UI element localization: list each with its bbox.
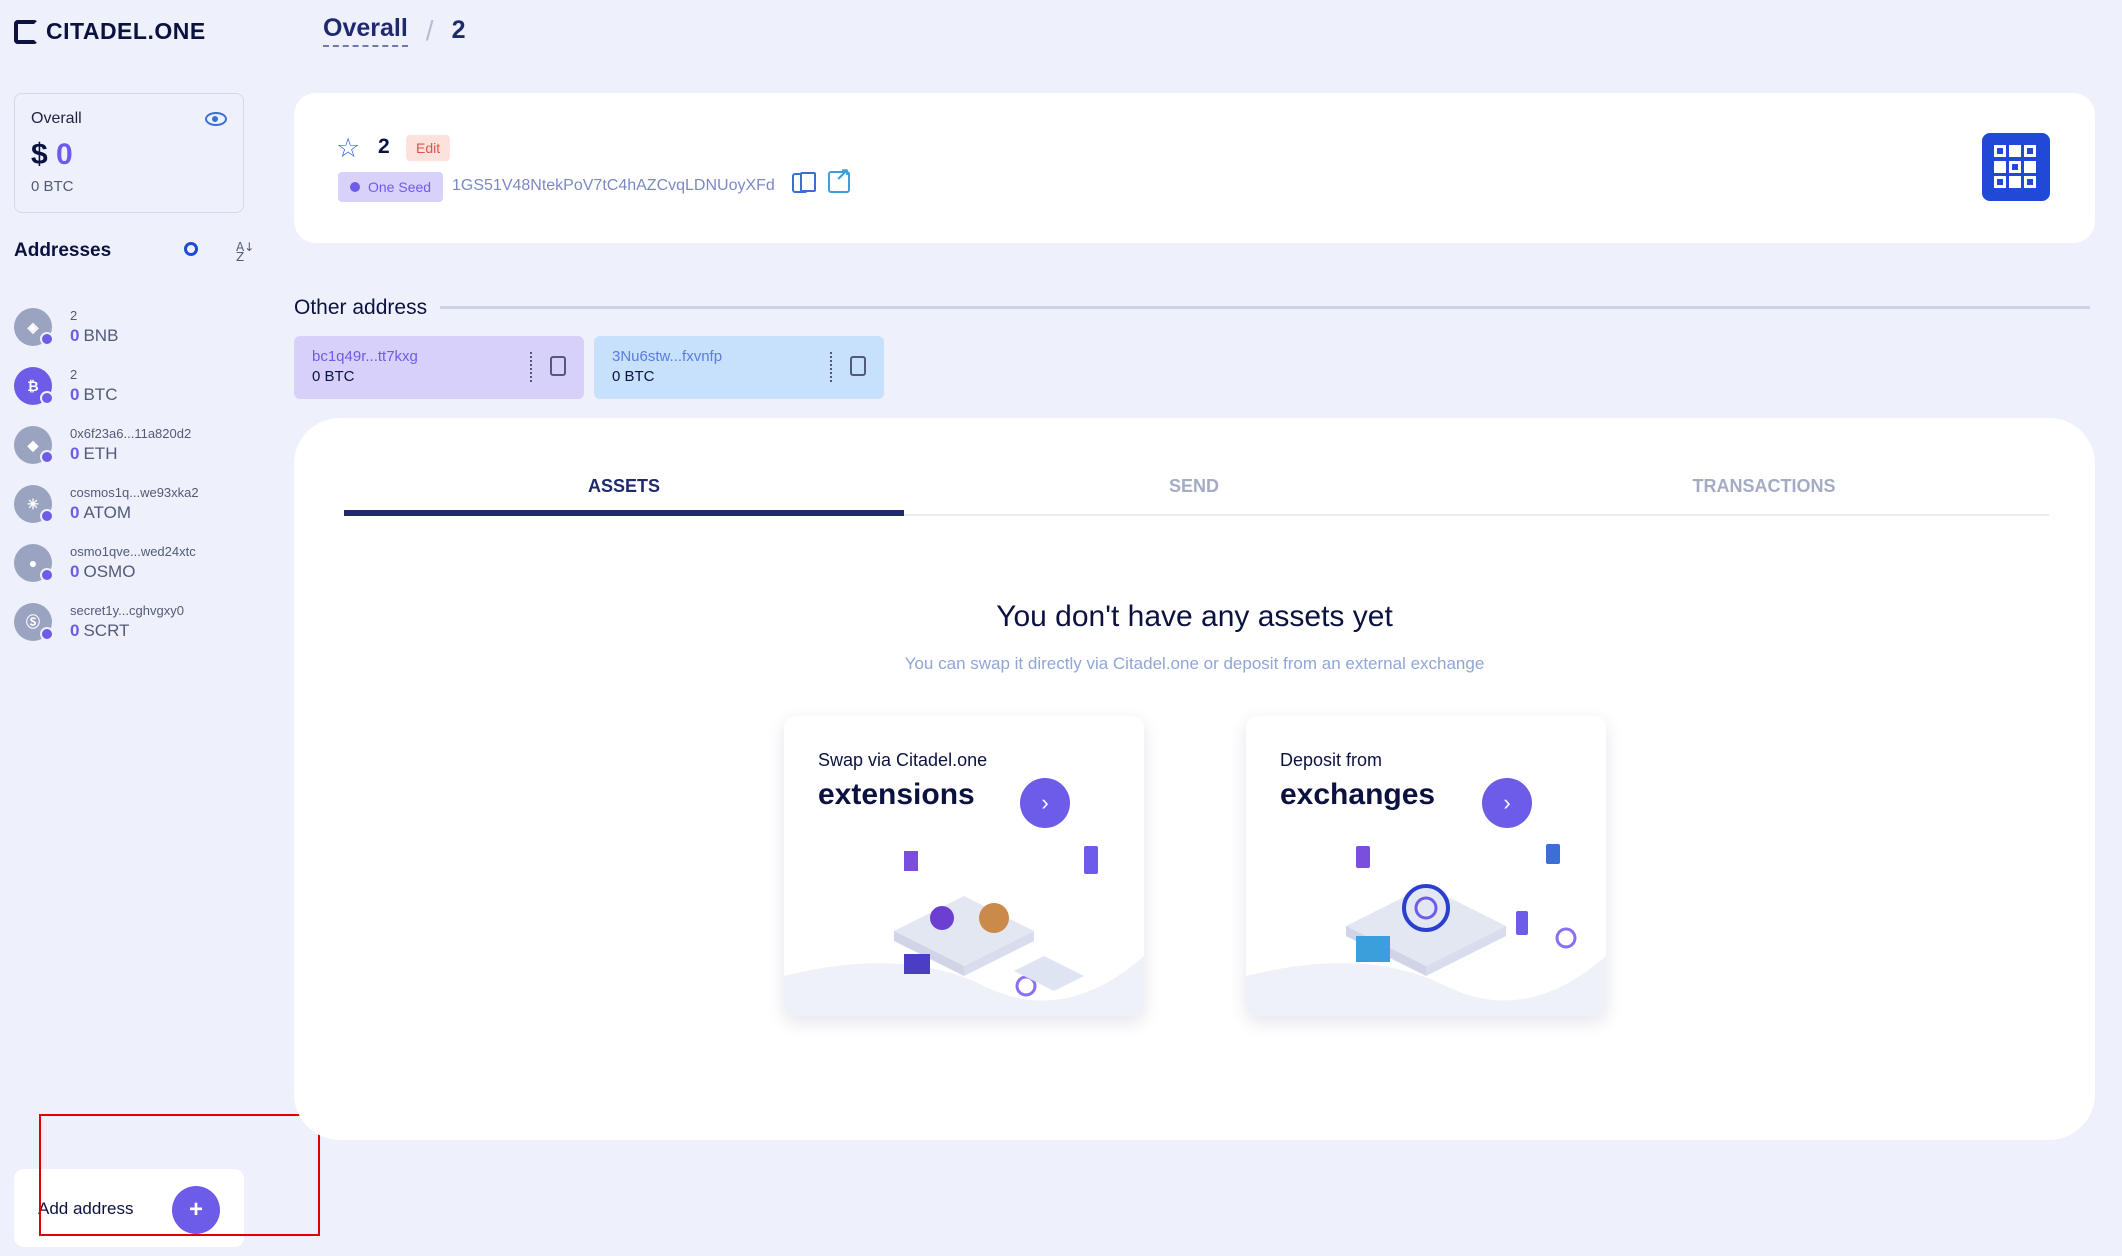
breadcrumb: Overall / 2 xyxy=(323,14,465,47)
arrow-right-icon[interactable]: › xyxy=(1482,778,1532,828)
overall-usd-value: $ 0 xyxy=(31,138,73,172)
tab-send[interactable]: SEND xyxy=(914,476,1474,497)
address-name: cosmos1q...we93xka2 xyxy=(70,485,199,500)
empty-state-subtitle: You can swap it directly via Citadel.one… xyxy=(904,654,1485,673)
tab-bar: ASSETS SEND TRANSACTIONS xyxy=(344,454,2049,516)
tab-assets[interactable]: ASSETS xyxy=(344,476,904,497)
other-address-title: Other address xyxy=(294,296,428,319)
copy-icon[interactable] xyxy=(792,173,808,193)
address-name: osmo1qve...wed24xtc xyxy=(70,544,196,559)
breadcrumb-current: 2 xyxy=(451,16,466,44)
eye-icon[interactable] xyxy=(205,112,227,126)
arrow-right-icon[interactable]: › xyxy=(1020,778,1070,828)
sort-icon[interactable]: A↓ Z xyxy=(236,241,254,263)
addresses-header: Addresses A↓ Z xyxy=(14,240,254,270)
other-address-chip[interactable]: 3Nu6stw...fxvnfp 0 BTC xyxy=(594,336,884,399)
external-link-icon[interactable] xyxy=(828,165,850,193)
address-list: ◈ 2 0 BNB ₿ 2 0 BTC ◆ 0x6f23a6...11a820d2 … xyxy=(14,306,254,660)
citadel-logo-icon xyxy=(14,19,38,44)
address-balance: 0 BTC xyxy=(70,385,118,404)
address-name: 0x6f23a6...11a820d2 xyxy=(70,426,192,441)
bnb-icon: ◈ xyxy=(14,308,54,346)
address-balance: 0 ETH xyxy=(70,444,118,463)
empty-state-title: You don't have any assets yet xyxy=(996,600,1393,633)
deposit-exchanges-card[interactable]: Deposit from exchanges › xyxy=(1246,716,1606,1016)
edit-button[interactable]: Edit xyxy=(406,135,451,161)
copy-icon[interactable] xyxy=(550,356,566,376)
scrt-icon: Ⓢ xyxy=(14,603,54,641)
divider xyxy=(440,306,2090,309)
overall-balance-card: Overall $ 0 0 BTC xyxy=(14,93,244,213)
address-balance: 0 OSMO xyxy=(70,562,136,581)
addresses-title: Addresses xyxy=(14,240,112,261)
address-name: 2 xyxy=(70,367,78,382)
address-name: 2 xyxy=(70,308,78,323)
other-address-chip[interactable]: bc1q49r...tt7kxg 0 BTC xyxy=(294,336,584,399)
osmo-icon: ● xyxy=(14,544,54,582)
tab-transactions[interactable]: TRANSACTIONS xyxy=(1484,476,2044,497)
exchanges-illustration xyxy=(1246,844,1606,1016)
search-icon[interactable] xyxy=(184,242,198,256)
address-balance: 0 BNB xyxy=(70,326,119,345)
more-icon[interactable] xyxy=(530,352,532,382)
address-item-bnb[interactable]: ◈ 2 0 BNB xyxy=(14,306,254,365)
wallet-address: 1GS51V48NtekPoV7tC4hAZCvqLDNUoyXFd xyxy=(452,177,775,194)
qr-code-button[interactable] xyxy=(1982,133,2050,201)
other-address-balance: 0 BTC xyxy=(312,368,355,385)
address-item-atom[interactable]: ✳ cosmos1q...we93xka2 0 ATOM xyxy=(14,483,254,542)
breadcrumb-overall-link[interactable]: Overall xyxy=(323,14,408,47)
copy-icon[interactable] xyxy=(850,356,866,376)
tile-caption: Swap via Citadel.one xyxy=(818,750,988,770)
more-icon[interactable] xyxy=(830,352,832,382)
active-tab-indicator xyxy=(344,510,904,516)
address-item-osmo[interactable]: ● osmo1qve...wed24xtc 0 OSMO xyxy=(14,542,254,601)
address-balance: 0 ATOM xyxy=(70,503,132,522)
address-name: secret1y...cghvgxy0 xyxy=(70,603,184,618)
logo[interactable]: CITADEL.ONE xyxy=(14,18,206,45)
usd-amount: 0 xyxy=(56,138,73,171)
swap-extensions-card[interactable]: Swap via Citadel.one extensions › xyxy=(784,716,1144,1016)
tile-caption: Deposit from xyxy=(1280,750,1383,770)
wallet-header-card: ☆ 2 Edit One Seed 1GS51V48NtekPoV7tC4hAZ… xyxy=(294,93,2095,243)
overall-btc-value: 0 BTC xyxy=(31,178,74,195)
other-address-balance: 0 BTC xyxy=(612,368,655,385)
star-icon[interactable]: ☆ xyxy=(336,133,360,164)
other-address-value: 3Nu6stw...fxvnfp xyxy=(612,348,723,365)
address-item-btc[interactable]: ₿ 2 0 BTC xyxy=(14,365,254,424)
address-item-scrt[interactable]: Ⓢ secret1y...cghvgxy0 0 SCRT xyxy=(14,601,254,660)
breadcrumb-separator: / xyxy=(425,14,434,46)
address-balance: 0 SCRT xyxy=(70,621,130,640)
tile-title: exchanges xyxy=(1280,778,1436,811)
assets-panel: ASSETS SEND TRANSACTIONS You don't have … xyxy=(294,418,2095,1140)
highlight-box xyxy=(39,1114,320,1236)
sidebar: CITADEL.ONE Overall $ 0 0 BTC Addresses … xyxy=(0,0,276,1256)
currency-symbol: $ xyxy=(31,138,48,171)
other-address-value: bc1q49r...tt7kxg xyxy=(312,348,418,365)
atom-icon: ✳ xyxy=(14,485,54,523)
wallet-name: 2 xyxy=(378,135,390,158)
brand-name: CITADEL.ONE xyxy=(46,18,206,44)
overall-label: Overall xyxy=(31,110,82,127)
extensions-illustration xyxy=(784,846,1144,1016)
one-seed-badge: One Seed xyxy=(338,172,444,202)
address-item-eth[interactable]: ◆ 0x6f23a6...11a820d2 0 ETH xyxy=(14,424,254,483)
btc-icon: ₿ xyxy=(14,367,54,405)
tile-title: extensions xyxy=(818,778,975,811)
eth-icon: ◆ xyxy=(14,426,54,464)
